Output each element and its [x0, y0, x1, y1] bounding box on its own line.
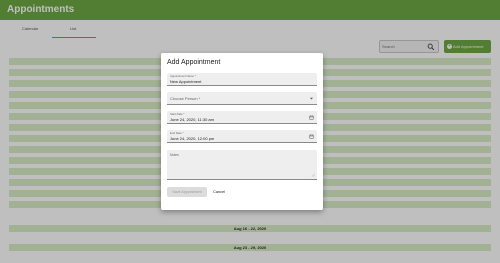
- appointment-name-label: Appointment Name *: [170, 74, 196, 78]
- end-date-value[interactable]: June 24, 2020, 12:00 pm: [170, 136, 214, 141]
- appointment-name-field[interactable]: Appointment Name * New Appointment: [167, 73, 317, 86]
- notes-label: Notes: [170, 153, 179, 157]
- resize-handle-icon[interactable]: [311, 173, 315, 177]
- dialog-title: Add Appointment: [167, 59, 221, 66]
- start-date-field[interactable]: Start Date * June 24, 2020, 11:30 am: [167, 111, 317, 124]
- cancel-button[interactable]: Cancel: [210, 187, 228, 197]
- calendar-icon[interactable]: [309, 115, 314, 120]
- start-date-label: Start Date *: [170, 112, 185, 116]
- notes-textarea[interactable]: Notes: [167, 150, 317, 180]
- appointment-name-value[interactable]: New Appointment: [170, 79, 201, 84]
- end-date-field[interactable]: End Date * June 24, 2020, 12:00 pm: [167, 130, 317, 143]
- end-date-label: End Date *: [170, 131, 184, 135]
- start-date-value[interactable]: June 24, 2020, 11:30 am: [170, 117, 214, 122]
- add-appointment-dialog: Add Appointment Appointment Name * New A…: [161, 53, 323, 210]
- calendar-icon[interactable]: [309, 134, 314, 139]
- save-appointment-button[interactable]: Save Appointment: [167, 187, 207, 197]
- choose-person-select[interactable]: Choose Person *: [167, 92, 317, 105]
- dropdown-arrow-icon[interactable]: [309, 96, 314, 101]
- choose-person-placeholder: Choose Person *: [170, 96, 201, 101]
